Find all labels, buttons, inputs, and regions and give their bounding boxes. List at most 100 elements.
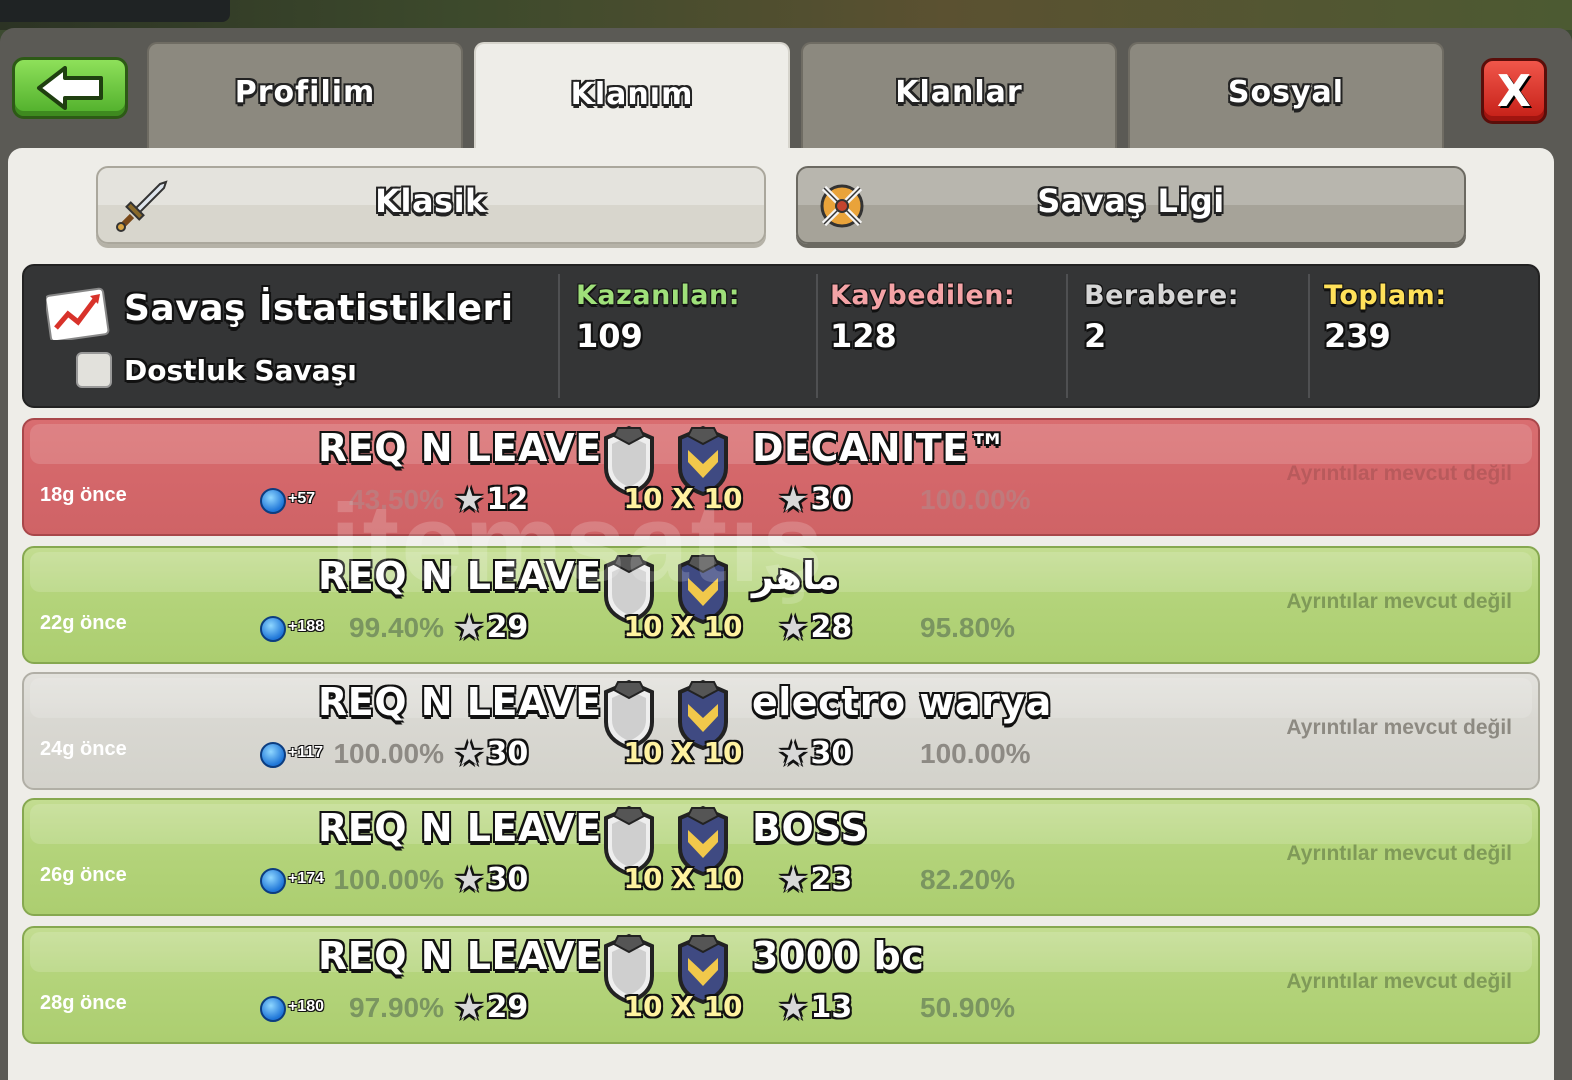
- our-destruction-percent: 100.00%: [333, 864, 444, 895]
- star-icon: ★: [778, 607, 809, 648]
- enemy-clan-name: 3000 bc: [752, 934, 925, 978]
- tab-clans[interactable]: Klanlar: [801, 42, 1117, 150]
- our-clan-name: REQ N LEAVE: [318, 554, 602, 598]
- close-icon: X: [1497, 65, 1531, 117]
- war-size: 10 X 10: [623, 482, 743, 515]
- friendly-war-checkbox[interactable]: [76, 352, 112, 388]
- enemy-destruction-percent: 100.00%: [920, 484, 1031, 515]
- tab-label: Sosyal: [1227, 74, 1345, 110]
- enemy-stars-value: 13: [810, 990, 853, 1025]
- enemy-stars: ★ 30: [778, 736, 852, 771]
- enemy-clan-name: BOSS: [752, 806, 869, 850]
- stat-won-label: Kazanılan:: [576, 280, 741, 311]
- stat-total: Toplam: 239: [1324, 280, 1447, 355]
- war-log-row[interactable]: 22g önce REQ N LEAVE ماهر +188 99.40% ★ 29 10 X…: [22, 546, 1540, 664]
- war-size: 10 X 10: [623, 610, 743, 643]
- our-clan-name: REQ N LEAVE: [318, 934, 602, 978]
- classic-war-label: Klasik: [375, 182, 487, 220]
- war-log-row[interactable]: 18g önce REQ N LEAVE DECANITE™ +57 43.50% ★ 12…: [22, 418, 1540, 536]
- tab-profile[interactable]: Profilim: [147, 42, 463, 150]
- star-icon: ★: [454, 479, 485, 520]
- stat-draw: Berabere: 2: [1084, 280, 1239, 355]
- details-unavailable-text: Ayrıntılar mevcut değil: [1286, 716, 1512, 739]
- star-icon: ★: [454, 859, 485, 900]
- clan-xp-gain: +188: [288, 618, 325, 635]
- our-stars: ★ 30: [454, 736, 528, 771]
- clan-xp-icon: [260, 616, 286, 642]
- war-time-ago: 18g önce: [40, 484, 127, 506]
- enemy-stars: ★ 13: [778, 990, 852, 1025]
- war-size: 10 X 10: [623, 862, 743, 895]
- friendly-war-label: Dostluk Savaşı: [124, 353, 357, 387]
- tab-my-clan[interactable]: Klanım: [474, 42, 790, 154]
- stat-total-label: Toplam:: [1324, 280, 1447, 311]
- clan-xp-icon: [260, 742, 286, 768]
- friendly-war-toggle[interactable]: Dostluk Savaşı: [76, 352, 357, 388]
- enemy-stars-value: 23: [810, 862, 853, 897]
- enemy-clan-name: DECANITE™: [752, 426, 1008, 470]
- close-button[interactable]: X: [1481, 58, 1547, 124]
- star-icon: ★: [778, 733, 809, 774]
- war-time-ago: 22g önce: [40, 612, 127, 634]
- enemy-destruction-percent: 100.00%: [920, 738, 1031, 769]
- clan-xp-icon: [260, 996, 286, 1022]
- back-button[interactable]: [12, 57, 128, 119]
- our-stars-value: 30: [486, 862, 529, 897]
- war-time-ago: 24g önce: [40, 738, 127, 760]
- enemy-clan-name: electro warya: [752, 680, 1052, 724]
- star-icon: ★: [454, 987, 485, 1028]
- war-size: 10 X 10: [623, 736, 743, 769]
- enemy-destruction-percent: 82.20%: [920, 864, 1015, 895]
- war-stats-panel: Savaş İstatistikleri Dostluk Savaşı Kaza…: [22, 264, 1540, 408]
- tab-label: Profilim: [234, 74, 376, 110]
- enemy-stars-value: 28: [810, 610, 853, 645]
- stat-draw-value: 2: [1084, 317, 1107, 355]
- stats-divider: [1066, 274, 1068, 398]
- stat-lost-value: 128: [830, 317, 897, 355]
- enemy-clan-name: ماهر: [752, 554, 840, 598]
- tab-label: Klanım: [570, 76, 694, 112]
- war-log-row[interactable]: 26g önce REQ N LEAVE BOSS +174 100.00% ★ 30 10 …: [22, 798, 1540, 916]
- star-icon: ★: [778, 859, 809, 900]
- enemy-stars: ★ 23: [778, 862, 852, 897]
- our-destruction-percent: 99.40%: [349, 612, 444, 643]
- star-icon: ★: [778, 479, 809, 520]
- our-clan-name: REQ N LEAVE: [318, 680, 602, 724]
- clan-xp-gain: +180: [288, 998, 325, 1015]
- clan-xp-gain: +117: [288, 744, 324, 761]
- war-size: 10 X 10: [623, 990, 743, 1023]
- our-stars-value: 29: [486, 990, 529, 1025]
- stats-divider: [1308, 274, 1310, 398]
- chart-icon: [46, 287, 110, 340]
- our-clan-name: REQ N LEAVE: [318, 806, 602, 850]
- our-stars: ★ 29: [454, 610, 528, 645]
- our-stars-value: 30: [486, 736, 529, 771]
- our-stars: ★ 30: [454, 862, 528, 897]
- game-background: [0, 0, 1572, 30]
- enemy-stars-value: 30: [810, 482, 853, 517]
- tab-social[interactable]: Sosyal: [1128, 42, 1444, 150]
- war-log-row[interactable]: 28g önce REQ N LEAVE 3000 bc +180 97.90% ★ 29 1…: [22, 926, 1540, 1044]
- war-league-button[interactable]: Savaş Ligi: [796, 166, 1466, 244]
- stat-won-value: 109: [576, 317, 643, 355]
- clan-xp-gain: +174: [288, 870, 325, 887]
- clan-xp-icon: [260, 488, 286, 514]
- enemy-stars-value: 30: [810, 736, 853, 771]
- star-icon: ★: [778, 987, 809, 1028]
- clan-xp-gain: +57: [288, 490, 316, 507]
- war-time-ago: 28g önce: [40, 992, 127, 1014]
- details-unavailable-text: Ayrıntılar mevcut değil: [1286, 462, 1512, 485]
- star-icon: ★: [454, 733, 485, 774]
- war-time-ago: 26g önce: [40, 864, 127, 886]
- stats-title: Savaş İstatistikleri: [124, 288, 514, 329]
- enemy-stars: ★ 30: [778, 482, 852, 517]
- top-bar: [0, 0, 230, 22]
- our-stars-value: 29: [486, 610, 529, 645]
- our-destruction-percent: 100.00%: [333, 738, 444, 769]
- stat-draw-label: Berabere:: [1084, 280, 1239, 311]
- star-icon: ★: [454, 607, 485, 648]
- classic-war-button[interactable]: Klasik: [96, 166, 766, 244]
- war-log-row[interactable]: 24g önce REQ N LEAVE electro warya +117 100.…: [22, 672, 1540, 790]
- stat-lost-label: Kaybedilen:: [830, 280, 1016, 311]
- our-stars: ★ 12: [454, 482, 528, 517]
